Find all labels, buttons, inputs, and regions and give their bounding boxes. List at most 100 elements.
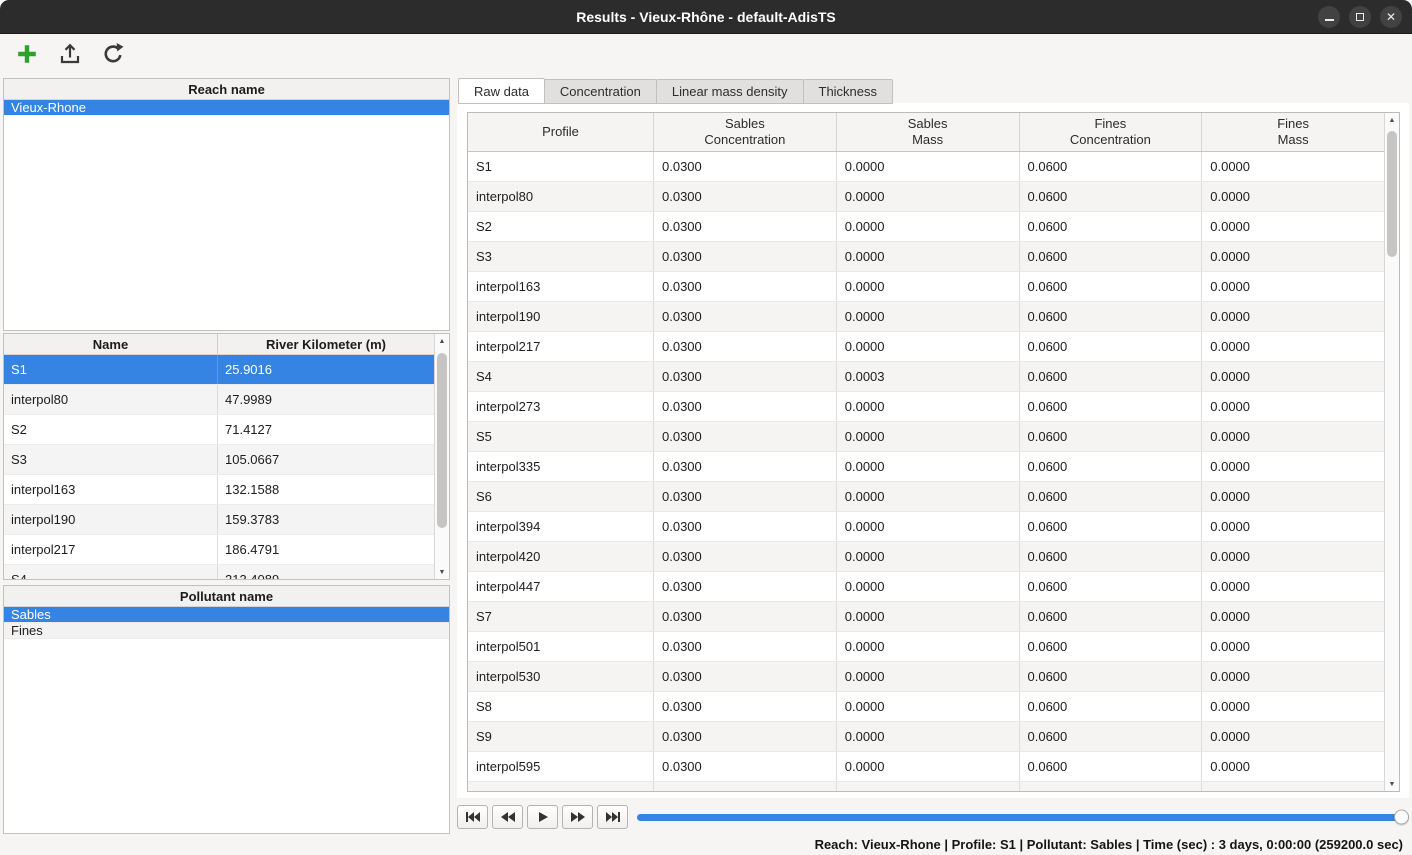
scroll-up-arrow-icon[interactable]: ▲ [1385,113,1399,127]
cell-sables-mass: 0.0000 [837,692,1020,721]
column-header[interactable]: Fines Mass [1202,113,1384,151]
profile-row[interactable]: interpol80 47.9989 [4,385,434,415]
table-row[interactable]: S5 0.0300 0.0000 0.0600 0.0000 [468,422,1384,452]
cell-fines-mass: 0.0000 [1202,422,1384,451]
table-row[interactable]: S7 0.0300 0.0000 0.0600 0.0000 [468,602,1384,632]
play-icon [535,812,551,822]
minimize-button[interactable] [1318,6,1340,28]
scrollbar-thumb[interactable] [437,353,447,528]
seek-backward-button[interactable] [492,805,523,829]
table-row[interactable]: S3 0.0300 0.0000 0.0600 0.0000 [468,242,1384,272]
cell-fines-concentration: 0.0600 [1020,632,1203,661]
table-row[interactable]: interpol595 0.0300 0.0000 0.0600 0.0000 [468,752,1384,782]
plus-icon [16,43,38,68]
export-button[interactable] [56,41,84,69]
pollutant-name-label: Sables [11,607,51,622]
scroll-up-arrow-icon[interactable]: ▲ [435,334,449,348]
table-row[interactable]: interpol394 0.0300 0.0000 0.0600 0.0000 [468,512,1384,542]
reach-name-label: Vieux-Rhone [11,100,86,115]
table-row[interactable]: interpol530 0.0300 0.0000 0.0600 0.0000 [468,662,1384,692]
table-row[interactable]: interpol447 0.0300 0.0000 0.0600 0.0000 [468,572,1384,602]
cell-profile: S9 [468,722,654,751]
cell-fines-concentration: 0.0600 [1020,482,1203,511]
pollutant-list-item[interactable]: Sables [4,607,449,623]
raw-data-table-main: Profile Sables Concentration [468,113,1384,791]
maximize-button[interactable] [1349,6,1371,28]
profile-row[interactable]: S4 213.4089 [4,565,434,579]
cell-sables-mass: 0.0000 [837,332,1020,361]
tab[interactable]: Raw data [458,78,545,104]
tab[interactable]: Concentration [544,79,657,104]
profile-row[interactable]: interpol190 159.3783 [4,505,434,535]
column-header-river-kilometer[interactable]: River Kilometer (m) [218,334,434,354]
cell-sables-mass: 0.0000 [837,572,1020,601]
cell-fines-concentration: 0.0600 [1020,602,1203,631]
profile-row[interactable]: S1 25.9016 [4,355,434,385]
profile-row[interactable]: S2 71.4127 [4,415,434,445]
cell-profile: interpol80 [468,182,654,211]
profile-row[interactable]: interpol163 132.1588 [4,475,434,505]
table-row[interactable]: S6 0.0300 0.0000 0.0600 0.0000 [468,482,1384,512]
cell-sables-mass: 0.0000 [837,452,1020,481]
skip-to-first-button[interactable] [457,805,488,829]
column-header[interactable]: Profile [468,113,654,151]
cell-river-kilometer: 186.4791 [218,535,434,564]
column-header[interactable]: Fines Concentration [1020,113,1203,151]
table-row[interactable]: interpol273 0.0300 0.0000 0.0600 0.0000 [468,392,1384,422]
pollutant-list-item[interactable]: Fines [4,623,449,639]
time-slider[interactable] [637,805,1409,829]
table-row[interactable]: interpol190 0.0300 0.0000 0.0600 0.0000 [468,302,1384,332]
add-button[interactable] [13,41,41,69]
column-header[interactable]: Sables Mass [837,113,1020,151]
seek-forward-button[interactable] [562,805,593,829]
cell-fines-mass: 0.0000 [1202,362,1384,391]
table-row[interactable]: S2 0.0300 0.0000 0.0600 0.0000 [468,212,1384,242]
table-row[interactable]: interpol420 0.0300 0.0000 0.0600 0.0000 [468,542,1384,572]
raw-data-table: Profile Sables Concentration [467,112,1400,792]
column-header[interactable]: Sables Concentration [654,113,837,151]
tab[interactable]: Thickness [803,79,894,104]
reach-list-item[interactable]: Vieux-Rhone [4,100,449,115]
cell-profile: S2 [468,212,654,241]
time-slider-track[interactable] [637,814,1409,821]
tab[interactable]: Linear mass density [656,79,804,104]
profiles-scrollbar[interactable]: ▲ ▼ [434,334,449,579]
close-icon: ✕ [1386,11,1396,23]
table-scrollbar[interactable]: ▲ ▼ [1384,113,1399,791]
table-row[interactable]: S8 0.0300 0.0000 0.0600 0.0000 [468,692,1384,722]
maximize-icon [1356,13,1364,21]
table-row[interactable]: interpol163 0.0300 0.0000 0.0600 0.0000 [468,272,1384,302]
time-slider-handle[interactable] [1394,810,1409,825]
scrollbar-track[interactable] [437,349,447,564]
profile-row[interactable]: S3 105.0667 [4,445,434,475]
skip-to-last-button[interactable] [597,805,628,829]
cell-sables-concentration: 0.0300 [654,752,837,781]
cell-profile: interpol447 [468,572,654,601]
cell-profile: interpol163 [468,272,654,301]
column-header-name[interactable]: Name [4,334,218,354]
cell-fines-concentration: 0.0600 [1020,332,1203,361]
table-row[interactable]: interpol217 0.0300 0.0000 0.0600 0.0000 [468,332,1384,362]
cell-fines-concentration: 0.0600 [1020,692,1203,721]
cell-name: interpol217 [4,535,218,564]
table-row[interactable]: S4 0.0300 0.0003 0.0600 0.0000 [468,362,1384,392]
column-header-line1: Sables [908,116,948,132]
profiles-table-header: Name River Kilometer (m) [4,334,434,355]
table-row[interactable]: S1 0.0300 0.0000 0.0600 0.0000 [468,152,1384,182]
profile-row[interactable]: interpol217 186.4791 [4,535,434,565]
table-row[interactable]: interpol335 0.0300 0.0000 0.0600 0.0000 [468,452,1384,482]
close-button[interactable]: ✕ [1380,6,1402,28]
play-button[interactable] [527,805,558,829]
scrollbar-thumb[interactable] [1387,131,1397,257]
table-row[interactable]: S10 0.0300 0.0000 0.0600 0.0000 [468,782,1384,791]
table-row[interactable]: interpol80 0.0300 0.0000 0.0600 0.0000 [468,182,1384,212]
table-row[interactable]: interpol501 0.0300 0.0000 0.0600 0.0000 [468,632,1384,662]
cell-sables-concentration: 0.0300 [654,392,837,421]
scrollbar-track[interactable] [1387,128,1397,776]
cell-profile: interpol595 [468,752,654,781]
reload-button[interactable] [99,41,127,69]
table-row[interactable]: S9 0.0300 0.0000 0.0600 0.0000 [468,722,1384,752]
scroll-down-arrow-icon[interactable]: ▼ [435,565,449,579]
scroll-down-arrow-icon[interactable]: ▼ [1385,777,1399,791]
cell-sables-mass: 0.0000 [837,422,1020,451]
